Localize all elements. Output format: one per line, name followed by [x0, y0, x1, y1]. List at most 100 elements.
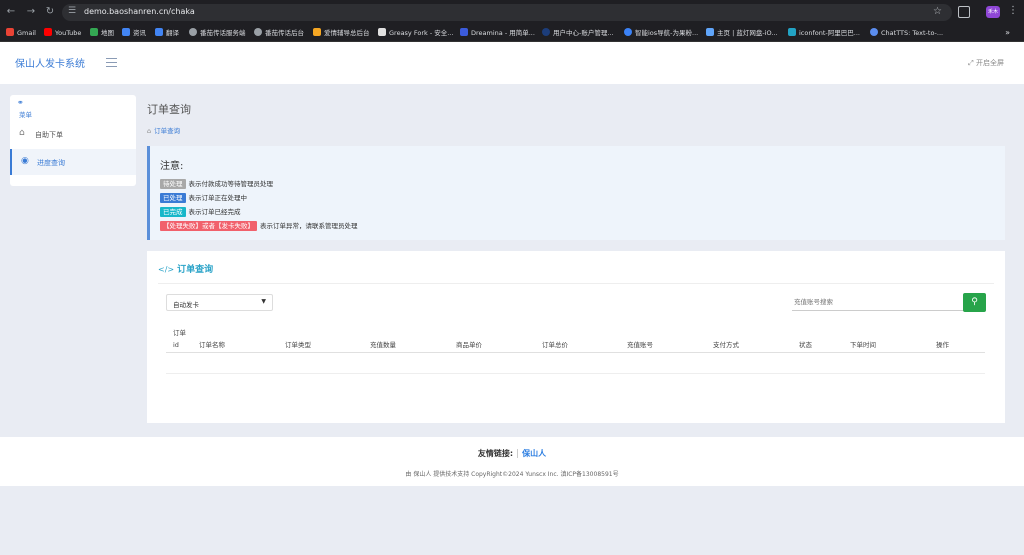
code-icon: </> [158, 265, 175, 274]
column-header: 充值数量 [370, 341, 396, 349]
table-header: 订单id 订单名称 订单类型 充值数量 商品单价 订单总价 充值账号 支付方式 … [166, 325, 985, 353]
profile-avatar[interactable]: 禾木 [986, 6, 1000, 18]
app-header: 保山人发卡系统 ⤢ 开启全屏 [0, 42, 1024, 84]
extensions-icon[interactable] [958, 6, 970, 18]
sidebar-item-self-order[interactable]: ⌂ 自助下单 [10, 121, 136, 147]
column-header: 充值账号 [627, 341, 653, 349]
notice-text: 表示订单已经完成 [188, 208, 241, 216]
forward-icon[interactable]: → [25, 6, 37, 18]
select-value: 自动发卡 [173, 301, 199, 309]
greasyfork-icon [378, 28, 386, 36]
bookmark-item[interactable]: iconfont-阿里巴巴... [788, 28, 860, 39]
bookmark-item[interactable]: 翻译 [155, 28, 179, 39]
status-badge-failed: 【处理失败】或者【发卡失败】 [160, 221, 257, 231]
page-title: 订单查询 [147, 103, 191, 116]
bookmark-item[interactable]: 资讯 [122, 28, 146, 39]
bookmark-item[interactable]: 用户中心-账户管理... [542, 28, 614, 39]
bookmark-item[interactable]: Dreamina - 用简单... [460, 28, 535, 39]
home-icon[interactable]: ⌂ [147, 127, 151, 135]
notice-box: 注意: 待处理 表示付款成功等待管理员处理 已处理 表示订单正在处理中 已完成 表示订… [147, 146, 1005, 240]
bookmark-item[interactable]: 爱情辅导总后台 [313, 28, 370, 39]
bookmark-favicon-icon [313, 28, 321, 36]
column-header: 下单时间 [850, 341, 876, 349]
account-icon [542, 28, 550, 36]
site-info-icon[interactable]: ☰ [68, 6, 76, 16]
chevron-down-icon: ▼ [261, 298, 266, 305]
column-header: 订单名称 [199, 341, 225, 349]
menu-toggle-icon[interactable] [106, 58, 117, 67]
kebab-menu-icon[interactable]: ⋮ [1008, 5, 1018, 16]
notice-row: 待处理 表示付款成功等待管理员处理 [160, 178, 274, 189]
sidebar: ⚭ 菜单 ⌂ 自助下单 ◉ 进度查询 [10, 95, 136, 186]
brand-title[interactable]: 保山人发卡系统 [15, 55, 85, 70]
bookmark-item[interactable]: Gmail [6, 28, 36, 39]
bookmark-item[interactable]: ChatTTS: Text-to-... [870, 28, 943, 39]
youtube-icon [44, 28, 52, 36]
bookmark-item[interactable]: YouTube [44, 28, 81, 39]
globe-icon [254, 28, 262, 36]
cloud-drive-icon [706, 28, 714, 36]
notice-row: 已完成 表示订单已经完成 [160, 206, 241, 217]
url-text[interactable]: demo.baoshanren.cn/chaka [84, 7, 195, 16]
column-header: 订单id [173, 329, 186, 349]
notice-row: 已处理 表示订单正在处理中 [160, 192, 248, 203]
sidebar-item-label: 进度查询 [37, 159, 65, 167]
notice-text: 表示付款成功等待管理员处理 [188, 180, 274, 188]
notice-text: 表示订单异常，请联系管理员处理 [260, 222, 358, 230]
sidebar-item-progress-query[interactable]: ◉ 进度查询 [10, 149, 136, 175]
bookmark-star-icon[interactable]: ☆ [933, 6, 942, 17]
bookmark-item[interactable]: 番茄传话后台 [254, 28, 304, 39]
reload-icon[interactable]: ↻ [44, 6, 56, 18]
column-header: 商品单价 [456, 341, 482, 349]
notice-title: 注意: [160, 161, 184, 172]
notice-row: 【处理失败】或者【发卡失败】 表示订单异常，请联系管理员处理 [160, 220, 358, 231]
bookmark-item[interactable]: 智能ios导航-为果粉... [624, 28, 698, 39]
news-icon [122, 28, 130, 36]
bookmark-item[interactable]: 番茄传话服务端 [189, 28, 246, 39]
bookmark-item[interactable]: 主页 | 蓝灯网盘-iO... [706, 28, 778, 39]
column-header: 操作 [936, 341, 949, 349]
friend-links: 友情链接: 保山人 [0, 448, 1024, 459]
footer: 友情链接: 保山人 由 保山人 提供技术支持 CopyRight©2024 Yun… [0, 437, 1024, 486]
copyright-text: 由 保山人 提供技术支持 CopyRight©2024 Yunscx Inc. … [405, 471, 619, 478]
search-button[interactable]: ⚲ [963, 293, 986, 312]
notice-text: 表示订单正在处理中 [188, 194, 248, 202]
search-icon: ⚲ [971, 297, 978, 307]
divider [158, 283, 994, 284]
chattts-icon [870, 28, 878, 36]
dreamina-icon [460, 28, 468, 36]
order-query-card: </>订单查询 自动发卡 ▼ ⚲ 订单id 订单名称 订单类型 充值数量 商品单… [147, 251, 1005, 423]
column-header: 订单类型 [285, 341, 311, 349]
column-header: 支付方式 [713, 341, 739, 349]
eye-icon: ◉ [21, 156, 29, 166]
bookmark-item[interactable]: 地图 [90, 28, 114, 39]
more-bookmarks-icon[interactable]: » [1005, 28, 1010, 37]
order-type-select[interactable]: 自动发卡 ▼ [166, 294, 273, 311]
table-body [166, 373, 985, 374]
nav-site-icon [624, 28, 632, 36]
browser-toolbar: ← → ↻ ☰ demo.baoshanren.cn/chaka ☆ 禾木 ⋮ [0, 0, 1024, 25]
sidebar-menu-label: 菜单 [19, 111, 32, 119]
status-badge-completed: 已完成 [160, 207, 186, 217]
bookmark-item[interactable]: Greasy Fork - 安全... [378, 28, 453, 39]
status-badge-processed: 已处理 [160, 193, 186, 203]
link-icon: ⚭ [17, 98, 24, 107]
breadcrumb-item[interactable]: 订单查询 [154, 127, 180, 135]
card-title: </> 订单查询 [158, 265, 214, 275]
iconfont-icon [788, 28, 796, 36]
sidebar-item-label: 自助下单 [35, 131, 63, 139]
breadcrumb: ⌂ 订单查询 [147, 125, 180, 135]
translate-icon [155, 28, 163, 36]
search-input[interactable] [792, 294, 964, 311]
gmail-icon [6, 28, 14, 36]
column-header: 状态 [799, 341, 812, 349]
globe-icon [189, 28, 197, 36]
expand-icon: ⤢ [968, 59, 974, 67]
fullscreen-button[interactable]: ⤢ 开启全屏 [968, 58, 1004, 68]
home-icon: ⌂ [19, 128, 25, 138]
status-badge-pending: 待处理 [160, 179, 186, 189]
back-icon[interactable]: ← [5, 6, 17, 18]
maps-icon [90, 28, 98, 36]
friend-link[interactable]: 保山人 [517, 449, 547, 458]
address-bar[interactable]: ☰ demo.baoshanren.cn/chaka ☆ [62, 4, 952, 21]
